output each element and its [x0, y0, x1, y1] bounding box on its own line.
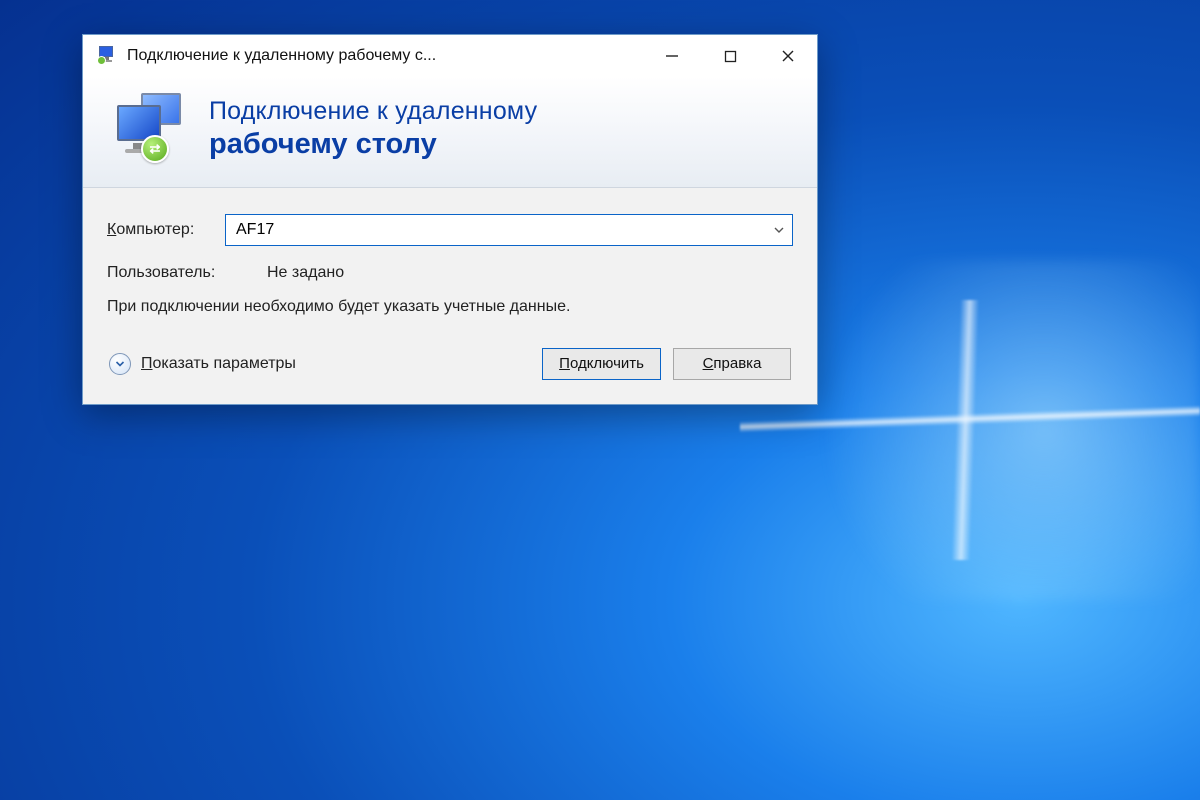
computer-combobox[interactable] — [225, 214, 793, 246]
user-value: Не задано — [267, 264, 344, 282]
computer-input[interactable] — [226, 215, 764, 245]
dialog-title-line1: Подключение к удаленному — [209, 97, 537, 126]
close-button[interactable] — [759, 35, 817, 77]
app-icon — [97, 46, 117, 66]
show-options-toggle[interactable]: Показать параметры — [109, 353, 530, 375]
user-label: Пользователь: — [107, 264, 267, 282]
rdp-logo-icon: ⇄ — [107, 91, 189, 167]
rdp-window: Подключение к удаленному рабочему с... ⇄… — [82, 34, 818, 405]
titlebar[interactable]: Подключение к удаленному рабочему с... — [83, 35, 817, 77]
help-button[interactable]: Справка — [673, 348, 791, 380]
user-row: Пользователь: Не задано — [107, 264, 793, 282]
dialog-header: ⇄ Подключение к удаленному рабочему стол… — [83, 77, 817, 188]
chevron-down-circle-icon — [109, 353, 131, 375]
window-controls — [643, 35, 817, 77]
maximize-button[interactable] — [701, 35, 759, 77]
connect-button[interactable]: Подключить — [542, 348, 661, 380]
dialog-footer: Показать параметры Подключить Справка — [107, 342, 793, 386]
computer-label: Компьютер: — [107, 221, 225, 239]
desktop-background: Подключение к удаленному рабочему с... ⇄… — [0, 0, 1200, 800]
computer-row: Компьютер: — [107, 214, 793, 246]
window-title: Подключение к удаленному рабочему с... — [127, 47, 643, 65]
credentials-hint: При подключении необходимо будет указать… — [107, 296, 627, 318]
dialog-title-line2: рабочему столу — [209, 128, 537, 161]
chevron-down-icon[interactable] — [764, 215, 792, 245]
minimize-button[interactable] — [643, 35, 701, 77]
dialog-body: Компьютер: Пользователь: Не задано При п… — [83, 188, 817, 404]
dialog-title: Подключение к удаленному рабочему столу — [209, 97, 537, 161]
